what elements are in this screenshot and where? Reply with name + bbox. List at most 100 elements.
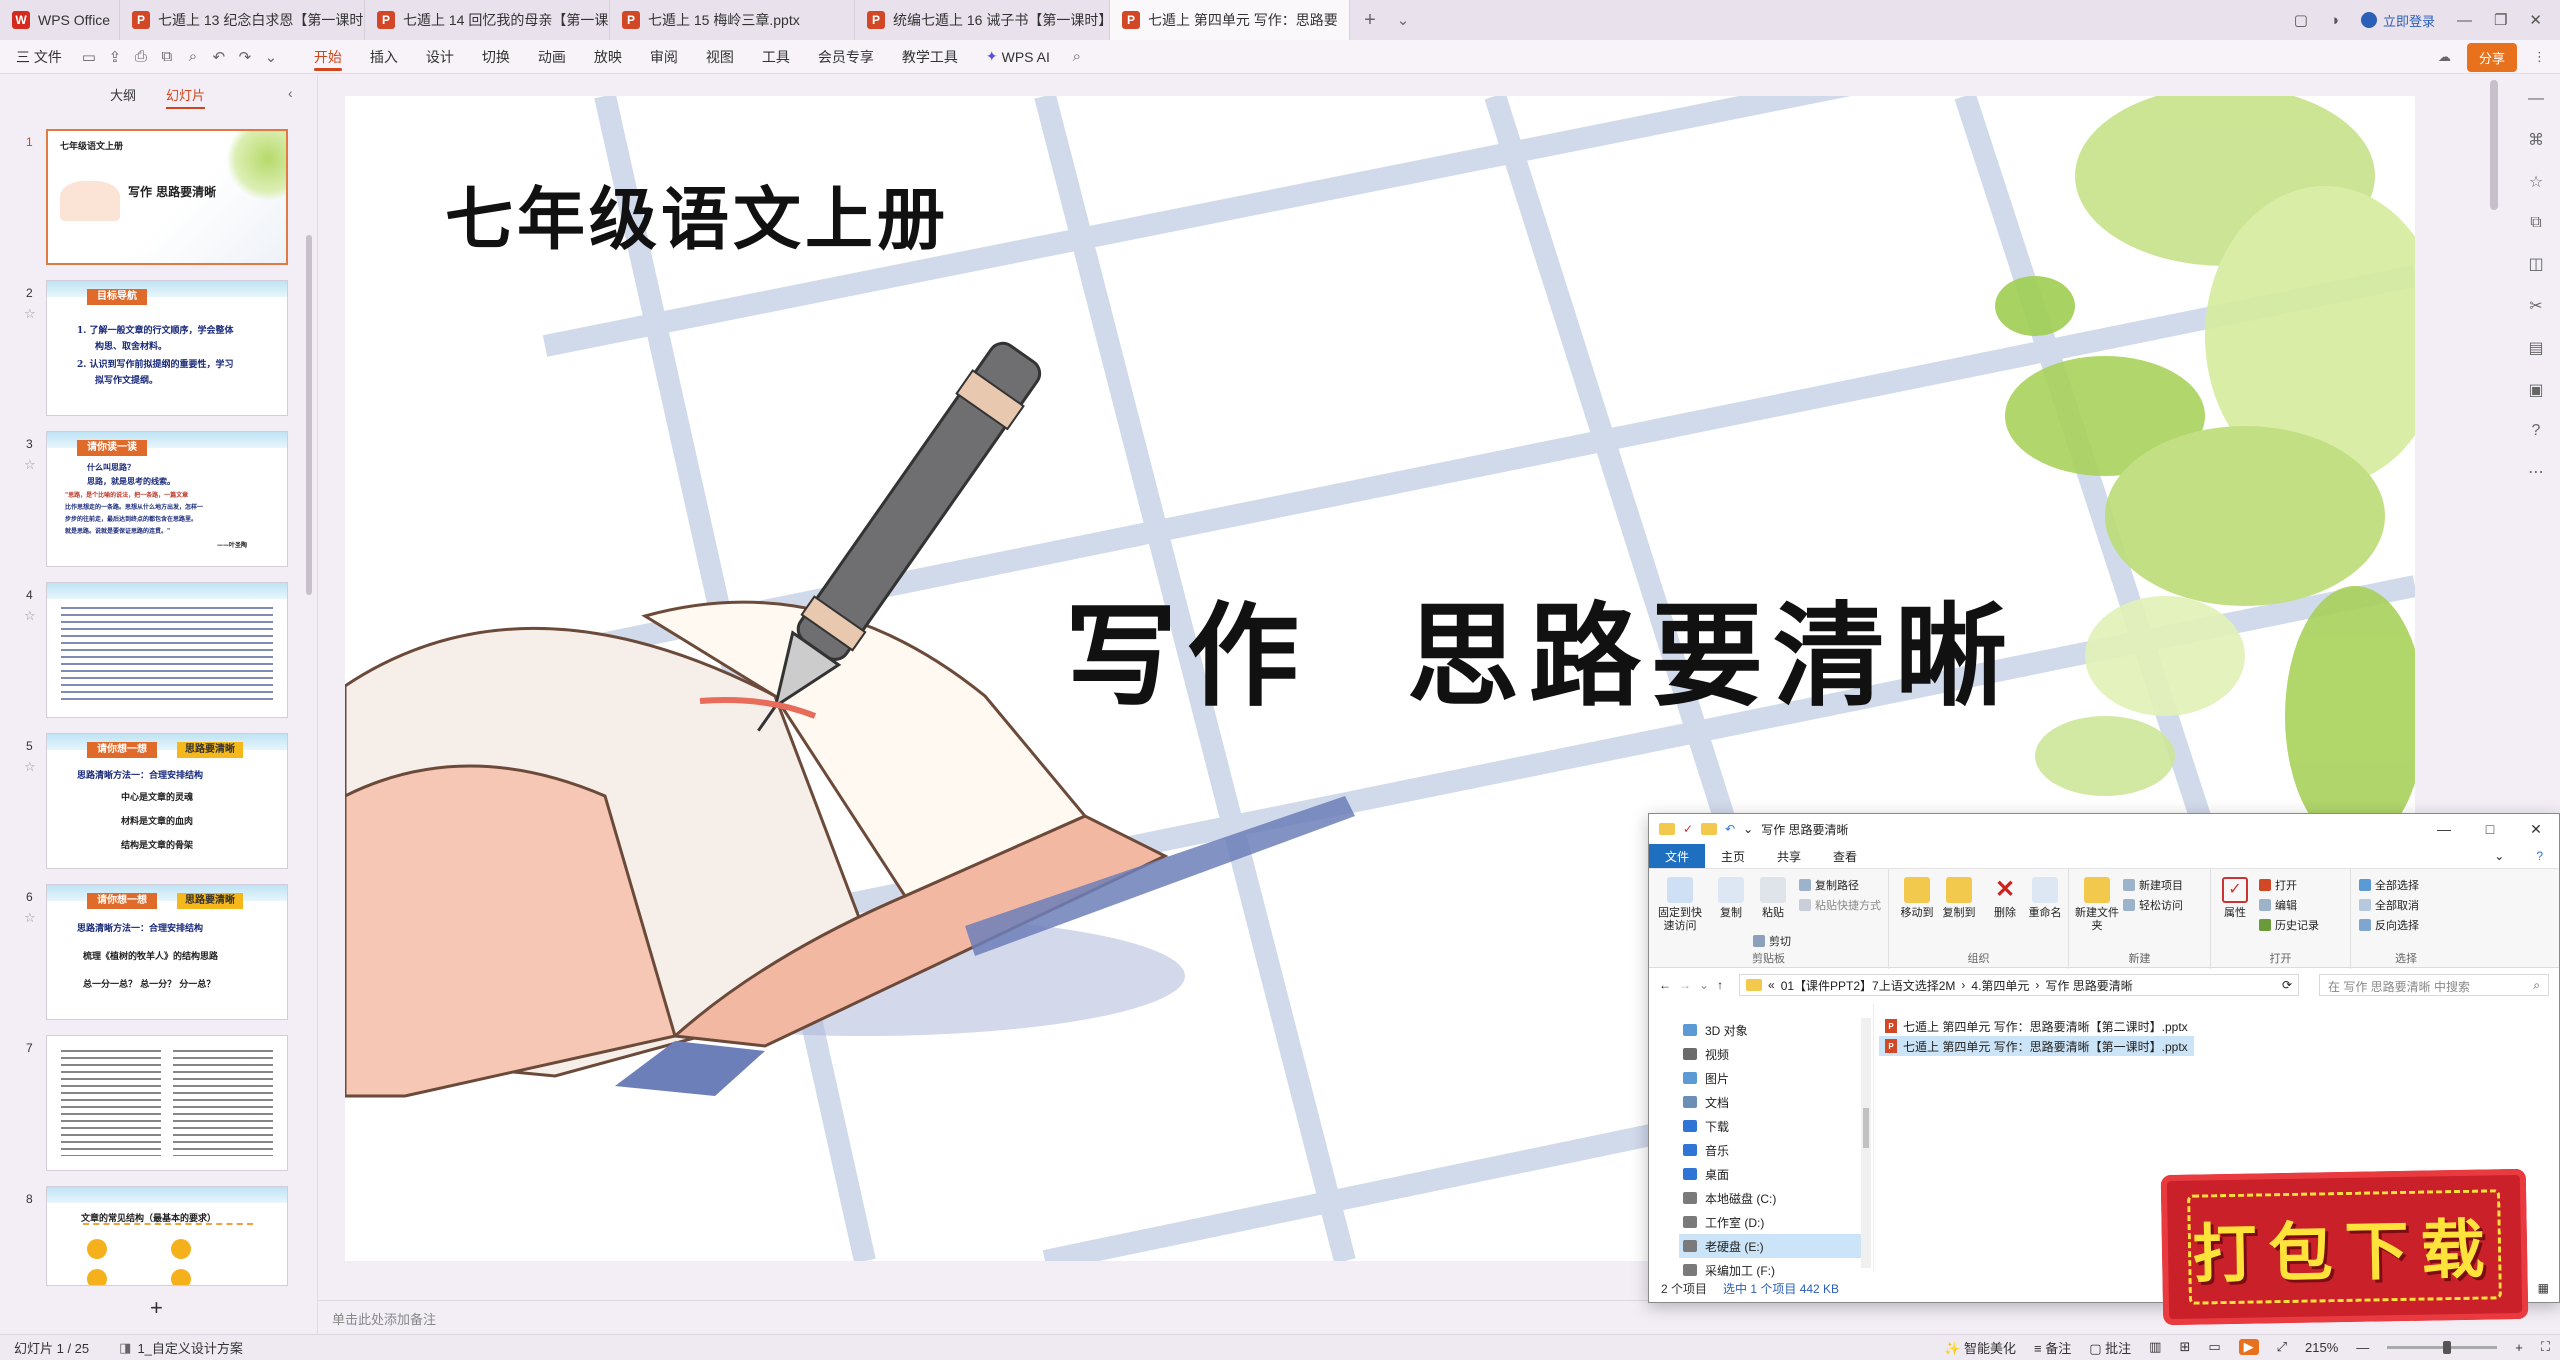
- menu-review[interactable]: 审阅: [636, 40, 692, 74]
- more-icon[interactable]: ⋮: [2533, 49, 2546, 65]
- preview-icon[interactable]: ⌕: [180, 40, 206, 74]
- file-item[interactable]: P 七遁上 第四单元 写作：思路要清晰【第二课时】.pptx: [1879, 1016, 2194, 1036]
- large-icons-view-icon[interactable]: ▦: [2538, 1281, 2549, 1295]
- star-icon[interactable]: ☆: [24, 910, 36, 926]
- fit-icon[interactable]: ⤢: [2277, 1339, 2287, 1355]
- paste-button[interactable]: 粘贴: [1753, 877, 1793, 920]
- menu-slideshow[interactable]: 放映: [580, 40, 636, 74]
- slide-thumbnail[interactable]: 2 ☆ 目标导航 1. 了解一般文章的行文顺序，学会整体 构思、取舍材料。 2.…: [0, 280, 300, 420]
- paste-shortcut-button[interactable]: 粘贴快捷方式: [1799, 897, 1881, 913]
- chevron-down-icon[interactable]: ⌄: [1699, 978, 1709, 992]
- comments-button[interactable]: ▢ 批注: [2089, 1338, 2131, 1357]
- tab-file[interactable]: 文件: [1649, 843, 1706, 869]
- redo-icon[interactable]: ↷: [232, 40, 258, 74]
- tab-document[interactable]: P 七遁上 14 回忆我的母亲【第一课时】: [365, 0, 610, 40]
- smart-beautify-button[interactable]: ✨ 智能美化: [1944, 1338, 2016, 1357]
- slide-thumbnail[interactable]: 4 ☆: [0, 582, 300, 722]
- chevron-down-icon[interactable]: ⌄: [2478, 845, 2520, 867]
- download-badge[interactable]: 打包下载: [2160, 1168, 2529, 1326]
- menu-design[interactable]: 设计: [412, 40, 468, 74]
- tab-document-active[interactable]: P 七遁上 第四单元 写作：思路要 ×: [1110, 0, 1350, 40]
- rename-button[interactable]: 重命名: [2025, 877, 2065, 920]
- login-button[interactable]: 立即登录: [2360, 11, 2435, 30]
- template-icon[interactable]: ▤: [2528, 338, 2543, 358]
- add-slide-button[interactable]: +: [150, 1295, 163, 1321]
- new-tab-icon[interactable]: +: [1350, 3, 1390, 37]
- breadcrumb-item[interactable]: 4.第四单元: [1971, 977, 2029, 994]
- fullscreen-icon[interactable]: ⛶: [2541, 1339, 2550, 1355]
- forward-icon[interactable]: →: [1679, 978, 1691, 992]
- canvas-scrollbar[interactable]: [2490, 80, 2498, 210]
- nav-item[interactable]: 下载: [1679, 1114, 1869, 1138]
- tab-outline[interactable]: 大纲: [110, 85, 136, 109]
- chevron-down-icon[interactable]: ⌄: [1743, 822, 1753, 836]
- box-icon[interactable]: ▣: [2528, 380, 2543, 400]
- tab-home[interactable]: 主页: [1705, 844, 1761, 869]
- move-to-button[interactable]: 移动到: [1897, 877, 1937, 920]
- copy-button[interactable]: 复制: [1711, 877, 1751, 920]
- search-icon[interactable]: ⌕: [1064, 40, 1090, 74]
- open-button[interactable]: 打开: [2259, 877, 2297, 893]
- new-folder-icon[interactable]: [1701, 823, 1718, 835]
- share-button[interactable]: 分享: [2466, 42, 2517, 72]
- zoom-in-icon[interactable]: +: [2515, 1340, 2523, 1355]
- reading-view-icon[interactable]: ▭: [2208, 1339, 2220, 1355]
- export-icon[interactable]: ⇪: [102, 40, 128, 74]
- menu-member[interactable]: 会员专享: [804, 40, 888, 74]
- nav-item[interactable]: 桌面: [1679, 1162, 1869, 1186]
- star-icon[interactable]: ☆: [24, 306, 36, 322]
- design-name[interactable]: 1_自定义设计方案: [137, 1338, 242, 1357]
- star-icon[interactable]: ☆: [2529, 172, 2543, 192]
- tools-icon[interactable]: ✂: [2529, 296, 2542, 316]
- menu-teaching[interactable]: 教学工具: [888, 40, 972, 74]
- cloud-sync-icon[interactable]: ☁: [2438, 49, 2451, 65]
- slide-thumbnail[interactable]: 3 ☆ 请你读一读 什么叫思路？ 思路，就是思考的线索。 "思路，是个比喻的说法…: [0, 431, 300, 571]
- copy-path-button[interactable]: 复制路径: [1799, 877, 1859, 893]
- up-icon[interactable]: ↑: [1717, 978, 1723, 992]
- help-icon[interactable]: ?: [2520, 845, 2559, 867]
- help-icon[interactable]: ?: [2532, 422, 2541, 440]
- edit-button[interactable]: 编辑: [2259, 897, 2297, 913]
- menu-tools[interactable]: 工具: [748, 40, 804, 74]
- menu-animation[interactable]: 动画: [524, 40, 580, 74]
- breadcrumb-item[interactable]: 01【课件PPT2】7上语文选择2M: [1781, 977, 1956, 994]
- nav-item[interactable]: 本地磁盘 (C:): [1679, 1186, 1869, 1210]
- zoom-slider[interactable]: [2387, 1340, 2498, 1354]
- star-icon[interactable]: ☆: [24, 608, 36, 624]
- panel-scrollbar[interactable]: [306, 235, 312, 595]
- star-icon[interactable]: ☆: [24, 457, 36, 473]
- file-menu[interactable]: 三 文件: [0, 40, 76, 74]
- wps-ai-button[interactable]: ✦ WPS AI: [972, 40, 1064, 74]
- minus-icon[interactable]: —: [2528, 90, 2544, 108]
- minimize-icon[interactable]: —: [2457, 12, 2472, 29]
- copy-to-button[interactable]: 复制到: [1939, 877, 1979, 920]
- zoom-out-icon[interactable]: —: [2356, 1340, 2369, 1355]
- cut-button[interactable]: 剪切: [1753, 933, 1791, 949]
- menu-home[interactable]: 开始: [300, 40, 356, 74]
- maximize-icon[interactable]: ❐: [2494, 11, 2507, 29]
- new-folder-button[interactable]: 新建文件夹: [2075, 877, 2119, 933]
- quick-properties-icon[interactable]: ✓: [1683, 822, 1693, 836]
- play-icon[interactable]: ▶: [2238, 1339, 2259, 1355]
- shapes-icon[interactable]: ⌘: [2528, 130, 2544, 150]
- format-icon[interactable]: ◫: [2528, 254, 2543, 274]
- copy-format-icon[interactable]: ⧉: [154, 40, 180, 74]
- select-none-button[interactable]: 全部取消: [2359, 897, 2419, 913]
- easy-access-button[interactable]: 轻松访问: [2123, 897, 2183, 913]
- minimize-icon[interactable]: —: [2421, 814, 2467, 844]
- tab-document[interactable]: P 统编七遁上 16 诫子书【第一课时】: [855, 0, 1110, 40]
- nav-item[interactable]: 工作室 (D:): [1679, 1210, 1869, 1234]
- nav-item[interactable]: 老硬盘 (E:): [1679, 1234, 1869, 1258]
- search-input[interactable]: 在 写作 思路要清晰 中搜索 ⌕: [2319, 974, 2549, 996]
- slide-grade-text[interactable]: 七年级语文上册: [445, 164, 949, 263]
- window-layout-icon[interactable]: ▢: [2294, 11, 2308, 29]
- undo-icon[interactable]: ↶: [1725, 822, 1735, 836]
- nav-item[interactable]: 3D 对象: [1679, 1018, 1869, 1042]
- normal-view-icon[interactable]: ▥: [2149, 1339, 2161, 1355]
- more-icon[interactable]: ⋯: [2528, 462, 2544, 482]
- nav-item[interactable]: 视频: [1679, 1042, 1869, 1066]
- maximize-icon[interactable]: □: [2467, 814, 2513, 844]
- menu-view[interactable]: 视图: [692, 40, 748, 74]
- tab-slides[interactable]: 幻灯片: [166, 85, 206, 109]
- chevron-down-icon[interactable]: ⌄: [1390, 3, 1416, 37]
